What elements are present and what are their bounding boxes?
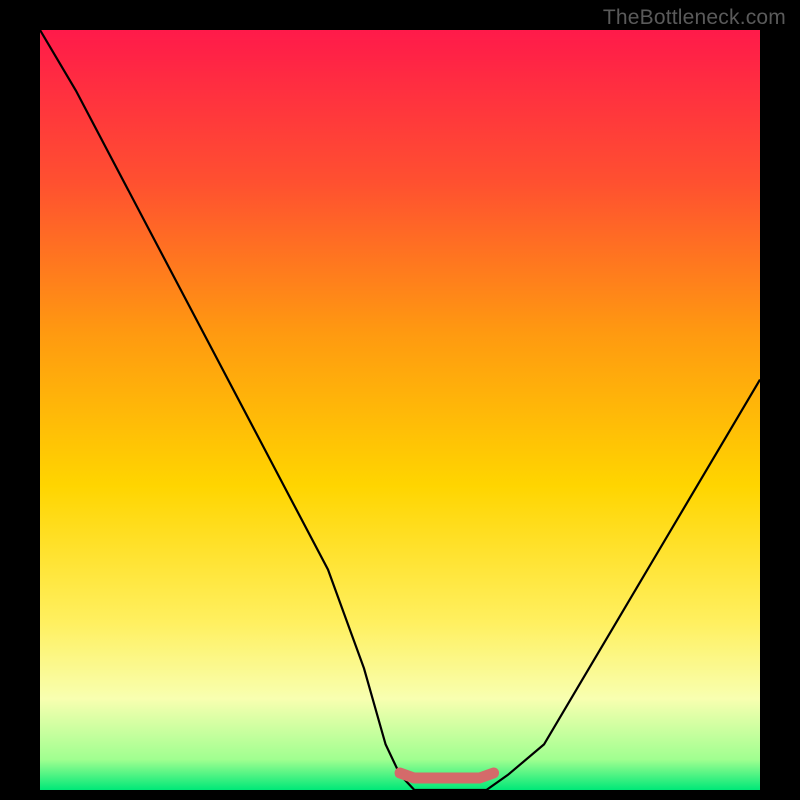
watermark-text: TheBottleneck.com — [603, 6, 786, 30]
gradient-background — [40, 30, 760, 790]
chart-svg — [40, 30, 760, 790]
bottleneck-chart — [40, 30, 760, 790]
optimal-range-marker — [400, 773, 494, 778]
